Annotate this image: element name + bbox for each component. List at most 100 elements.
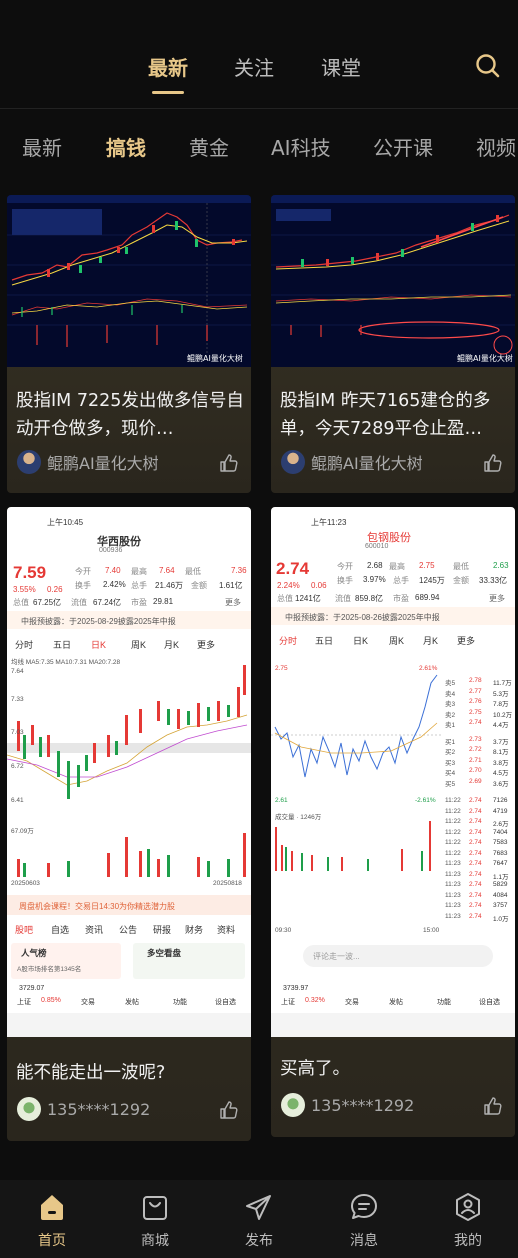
category-ai-tech[interactable]: AI科技: [271, 132, 331, 161]
thumbs-up-icon[interactable]: [219, 1100, 239, 1120]
tick-time: 11:23: [445, 870, 461, 878]
android-nav-bar: [7, 1013, 251, 1037]
quote-value: 3.97%: [363, 575, 386, 584]
top-tab-classroom[interactable]: 课堂: [321, 52, 361, 81]
nav-label: 我的: [454, 1233, 482, 1249]
quote-value: 1.61亿: [219, 581, 243, 590]
tick-volume: 7583: [493, 839, 508, 846]
order-book-volume: 4.4万: [493, 722, 509, 729]
post-author[interactable]: 135****1292: [17, 1096, 150, 1122]
tick-volume: 4084: [493, 891, 508, 899]
thumbs-up-icon[interactable]: [483, 453, 503, 473]
order-book-price: 2.74: [469, 719, 482, 726]
video-watermark: 鲲鹏AI量化大树: [457, 354, 513, 363]
tick-time: 11:22: [445, 839, 461, 846]
nav-home[interactable]: 首页: [12, 1180, 92, 1258]
post-card[interactable]: 上午11:23 包钢股份 600010 2.74 2.24% 0.06 今开 2…: [271, 507, 515, 1137]
post-author[interactable]: 鲲鹏AI量化大树: [17, 449, 159, 475]
author-avatar[interactable]: [17, 450, 41, 474]
index-value: 3729.07: [19, 985, 45, 992]
date-label: 20250603: [11, 880, 40, 887]
post-title[interactable]: 股指IM 昨天7165建仓的多单，今天7289平仓止盈…: [280, 387, 510, 443]
quote-label: 金额: [191, 581, 207, 590]
tick-time: 11:23: [445, 912, 461, 920]
category-make-money[interactable]: 搞钱: [106, 132, 146, 161]
post-card[interactable]: 鲲鹏AI量化大树 股指IM 7225发出做多信号自动开仓做多，现价… 鲲鹏AI量…: [7, 195, 251, 493]
tick-volume: 1.0万: [493, 915, 509, 923]
post-thumbnail: 鲲鹏AI量化大树: [7, 195, 251, 367]
tick-price: 2.74: [469, 839, 482, 846]
thumbs-up-icon[interactable]: [483, 1096, 503, 1116]
order-book-side: 卖4: [445, 690, 456, 698]
stock-change: 0.26: [47, 585, 63, 594]
tick-volume: 5829: [493, 881, 508, 888]
app-nav-item: 发帖: [125, 999, 139, 1006]
chart-tab: 分时: [15, 640, 34, 650]
popular-sub: A股市场排名第1345名: [17, 966, 82, 973]
post-card[interactable]: 上午10:45 华西股份 000936 7.59 3.55% 0.26 今开 7…: [7, 507, 251, 1141]
tick-volume: 4719: [493, 807, 508, 815]
author-name[interactable]: 135****1292: [47, 1100, 150, 1119]
quote-value: 2.75: [419, 561, 435, 570]
author-avatar[interactable]: [281, 1093, 305, 1117]
search-icon[interactable]: [475, 53, 501, 79]
more-link: 更多: [225, 598, 241, 607]
nav-messages[interactable]: 消息: [324, 1180, 404, 1258]
category-latest[interactable]: 最新: [22, 132, 62, 161]
stock-change-pct: 2.24%: [277, 581, 300, 590]
tick-price: 2.74: [469, 902, 482, 909]
quote-label: 今开: [337, 562, 353, 571]
author-name[interactable]: 鲲鹏AI量化大树: [47, 450, 159, 474]
axis-label: 7.33: [11, 696, 24, 703]
chart-tab: 月K: [164, 640, 180, 650]
post-author[interactable]: 鲲鹏AI量化大树: [281, 449, 423, 475]
stock-change-pct: 3.55%: [13, 585, 36, 594]
author-name[interactable]: 鲲鹏AI量化大树: [311, 450, 423, 474]
axis-label: 6.72: [11, 763, 24, 770]
thumbs-up-icon[interactable]: [219, 453, 239, 473]
bottom-tab: 资料: [217, 925, 236, 935]
chart-tab: 五日: [315, 636, 334, 646]
order-book-price: 2.76: [469, 698, 482, 705]
post-title[interactable]: 买高了。: [280, 1055, 510, 1083]
chart-tab: 更多: [457, 636, 476, 646]
tick-time: 11:22: [445, 828, 461, 836]
category-open-class[interactable]: 公开课: [373, 132, 433, 161]
order-book-side: 卖3: [445, 701, 456, 708]
nav-publish[interactable]: 发布: [219, 1180, 299, 1258]
quote-value: 67.25亿: [33, 598, 62, 607]
author-name[interactable]: 135****1292: [311, 1096, 414, 1115]
tick-time: 11:22: [445, 807, 461, 815]
bottom-nav: 首页 商城 发布 消息 我的: [0, 1180, 518, 1258]
category-gold[interactable]: 黄金: [189, 132, 229, 161]
nav-mall[interactable]: 商城: [115, 1180, 195, 1258]
category-video[interactable]: 视频: [476, 132, 516, 161]
author-avatar[interactable]: [281, 450, 305, 474]
post-title[interactable]: 股指IM 7225发出做多信号自动开仓做多，现价…: [16, 387, 246, 443]
quote-label: 最高: [389, 562, 405, 571]
quote-label: 市盈: [393, 594, 409, 603]
tick-time: 11:22: [445, 797, 461, 804]
chart-tab: 分时: [279, 636, 298, 646]
nav-label: 首页: [38, 1233, 66, 1249]
tick-price: 2.74: [469, 860, 482, 867]
nav-label: 消息: [350, 1233, 378, 1249]
post-author[interactable]: 135****1292: [281, 1092, 414, 1118]
volume-chart: [17, 833, 246, 877]
app-nav-item: 交易: [81, 999, 95, 1006]
post-title[interactable]: 能不能走出一波呢?: [16, 1059, 246, 1087]
top-tab-latest[interactable]: 最新: [148, 52, 188, 81]
author-avatar[interactable]: [17, 1097, 41, 1121]
post-card[interactable]: 鲲鹏AI量化大树 股指IM 昨天7165建仓的多单，今天7289平仓止盈… 鲲鹏…: [271, 195, 515, 493]
top-tab-follow[interactable]: 关注: [234, 52, 274, 81]
video-watermark: 鲲鹏AI量化大树: [187, 354, 243, 363]
post-thumbnail: 上午11:23 包钢股份 600010 2.74 2.24% 0.06 今开 2…: [271, 507, 515, 1037]
nav-profile[interactable]: 我的: [428, 1180, 508, 1258]
tick-volume: 1.1万: [493, 873, 509, 881]
stock-change: 0.06: [311, 581, 327, 590]
axis-label: 6.41: [11, 797, 24, 804]
order-book-volume: 4.5万: [493, 770, 509, 777]
order-book-price: 2.69: [469, 777, 482, 785]
paper-plane-icon: [246, 1195, 271, 1220]
order-book-side: 买1: [445, 738, 456, 746]
